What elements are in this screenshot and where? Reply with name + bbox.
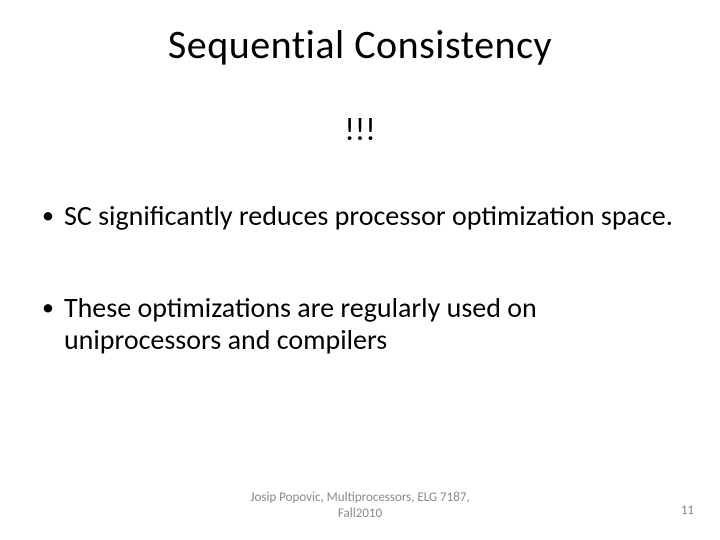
bullet-text: These optimizations are regularly used o… [64,292,690,356]
list-item: • SC significantly reduces processor opt… [42,200,690,232]
slide-emphasis: !!! [0,110,720,149]
slide-title: Sequential Consistency [0,20,720,69]
bullet-dot-icon: • [42,292,54,323]
bullet-list: • SC significantly reduces processor opt… [42,200,690,417]
list-item: • These optimizations are regularly used… [42,292,690,356]
bullet-text: SC significantly reduces processor optim… [64,200,690,232]
footer-line: Fall2010 [0,506,720,522]
page-number: 11 [681,503,694,518]
slide: Sequential Consistency !!! • SC signific… [0,0,720,540]
footer-line: Josip Popovic, Multiprocessors, ELG 7187… [0,490,720,506]
bullet-dot-icon: • [42,200,54,231]
slide-footer: Josip Popovic, Multiprocessors, ELG 7187… [0,490,720,523]
